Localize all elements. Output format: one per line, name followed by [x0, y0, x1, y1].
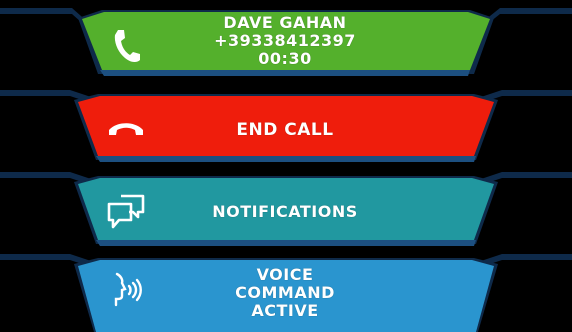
phone-icon [103, 22, 149, 68]
caller-name: DAVE GAHAN [223, 13, 347, 32]
caller-number: +39338412397 [214, 31, 356, 50]
end-call-button[interactable]: END CALL [0, 90, 572, 168]
voice-command-line-3: ACTIVE [251, 301, 319, 320]
notifications-button[interactable]: NOTIFICATIONS [0, 172, 572, 250]
notifications-label: NOTIFICATIONS [212, 202, 358, 221]
voice-command-icon [103, 268, 149, 314]
phone-call-screen: DAVE GAHAN +39338412397 00:30 END CALL N… [0, 0, 572, 332]
call-duration: 00:30 [258, 49, 312, 68]
caller-info: DAVE GAHAN +39338412397 00:30 [150, 14, 420, 68]
voice-command-button[interactable]: VOICE COMMAND ACTIVE [0, 254, 572, 332]
active-call-panel[interactable]: DAVE GAHAN +39338412397 00:30 [0, 6, 572, 82]
voice-command-line-2: COMMAND [235, 283, 335, 302]
chat-bubbles-icon [103, 190, 149, 236]
hang-up-icon [103, 106, 149, 152]
end-call-label: END CALL [236, 120, 334, 140]
voice-command-line-1: VOICE [256, 265, 314, 284]
voice-command-label: VOICE COMMAND ACTIVE [150, 266, 420, 320]
